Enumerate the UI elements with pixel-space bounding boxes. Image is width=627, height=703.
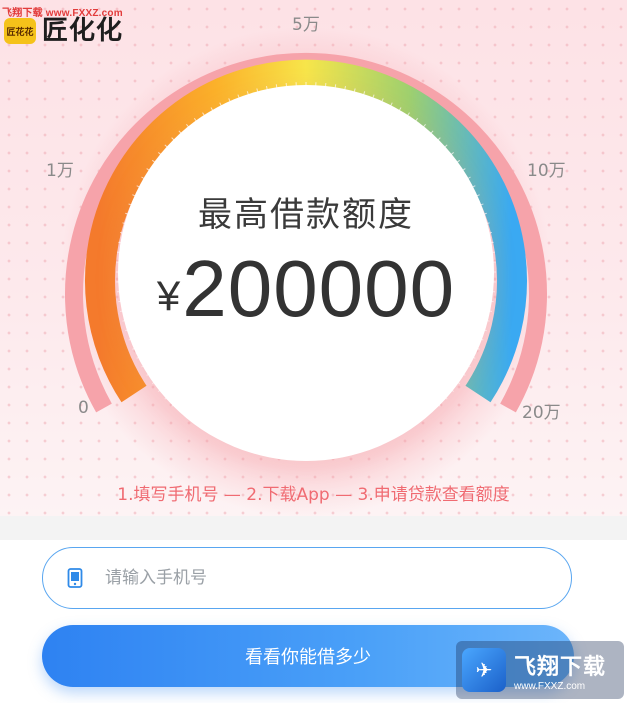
scale-label-5wan: 5万 [292, 15, 320, 35]
phone-icon [67, 568, 85, 588]
watermark-title: 飞翔下载 [514, 654, 607, 680]
section-divider [0, 516, 627, 540]
currency-symbol: ¥ [156, 272, 181, 319]
hero-section: 飞翔下载 www.FXXZ.com 匠花花 匠化化 0 1万 5万 10万 20… [0, 0, 627, 516]
watermark-logo-icon: ✈ [462, 648, 506, 692]
phone-input-field[interactable] [42, 547, 572, 609]
gauge-dial: 最高借款额度 ¥200000 [118, 85, 494, 461]
scale-label-10wan: 10万 [527, 161, 566, 181]
watermark-corner: ✈ 飞翔下载 www.FXXZ.com [456, 641, 624, 699]
phone-input[interactable] [103, 567, 527, 589]
max-loan-title: 最高借款额度 [198, 195, 414, 235]
scale-label-20wan: 20万 [522, 403, 561, 423]
watermark-url: www.FXXZ.com [514, 680, 586, 692]
amount-value: 200000 [182, 244, 456, 333]
steps-guide: 1.填写手机号 — 2.下载App — 3.申请贷款查看额度 [117, 485, 510, 505]
max-loan-amount: ¥200000 [118, 243, 494, 335]
scale-label-1wan: 1万 [46, 161, 74, 181]
scale-label-0: 0 [78, 398, 89, 418]
